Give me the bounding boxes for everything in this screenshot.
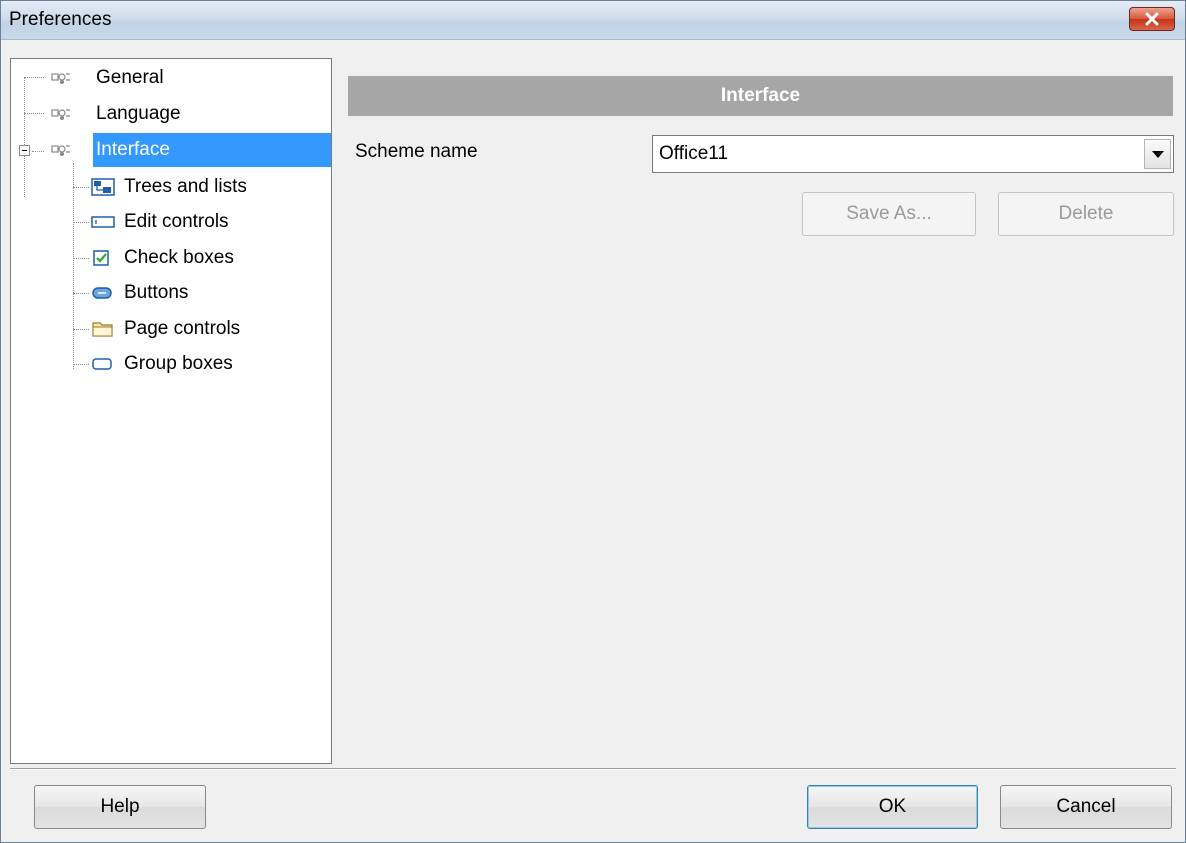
tree-item-general[interactable]: General xyxy=(11,61,331,95)
gear-icon xyxy=(51,145,70,156)
group-box-icon xyxy=(92,358,112,370)
scheme-name-label: Scheme name xyxy=(355,141,478,162)
title-bar[interactable]: Preferences xyxy=(1,1,1185,40)
tree-list-icon xyxy=(91,178,115,196)
folder-tab-icon xyxy=(92,322,113,337)
tree-item-buttons[interactable]: Buttons xyxy=(11,276,331,310)
tree-item-label: Buttons xyxy=(124,282,189,303)
tree-item-label: Group boxes xyxy=(124,353,233,374)
section-header: Interface xyxy=(348,76,1173,116)
tree-item-label: Interface xyxy=(93,133,331,167)
tree-item-label: Trees and lists xyxy=(124,176,247,197)
chevron-down-icon xyxy=(1152,151,1164,158)
footer-divider xyxy=(10,768,1176,770)
tree-item-label: Language xyxy=(96,103,181,124)
preferences-window: Preferences General Language Interface T… xyxy=(0,0,1186,843)
edit-control-icon xyxy=(91,216,115,228)
checkbox-icon xyxy=(93,250,109,266)
close-icon xyxy=(1145,12,1159,26)
close-button[interactable] xyxy=(1129,7,1175,31)
tree-item-language[interactable]: Language xyxy=(11,97,331,131)
tree-item-edit-controls[interactable]: Edit controls xyxy=(11,205,331,239)
ok-button[interactable]: OK xyxy=(807,785,978,829)
save-as-button[interactable]: Save As... xyxy=(802,192,976,236)
tree-item-label: Page controls xyxy=(124,318,241,339)
tree-item-check-boxes[interactable]: Check boxes xyxy=(11,241,331,275)
tree-item-label: General xyxy=(96,67,164,88)
gear-icon xyxy=(51,109,70,120)
tree-item-label: Edit controls xyxy=(124,211,229,232)
tree-item-interface[interactable]: Interface xyxy=(11,133,331,167)
window-title: Preferences xyxy=(9,9,112,30)
tree-item-trees-and-lists[interactable]: Trees and lists xyxy=(11,170,331,204)
scheme-name-select[interactable]: Office11 xyxy=(652,135,1174,173)
tree-item-label: Check boxes xyxy=(124,247,234,268)
gear-icon xyxy=(51,73,70,84)
help-button[interactable]: Help xyxy=(34,785,206,829)
tree-item-page-controls[interactable]: Page controls xyxy=(11,312,331,346)
delete-button[interactable]: Delete xyxy=(998,192,1174,236)
preferences-tree[interactable]: General Language Interface Trees and lis… xyxy=(10,58,332,764)
scheme-name-value: Office11 xyxy=(659,143,729,164)
tree-item-group-boxes[interactable]: Group boxes xyxy=(11,347,331,381)
cancel-button[interactable]: Cancel xyxy=(1000,785,1172,829)
button-icon xyxy=(92,287,112,299)
dropdown-button[interactable] xyxy=(1144,139,1171,169)
